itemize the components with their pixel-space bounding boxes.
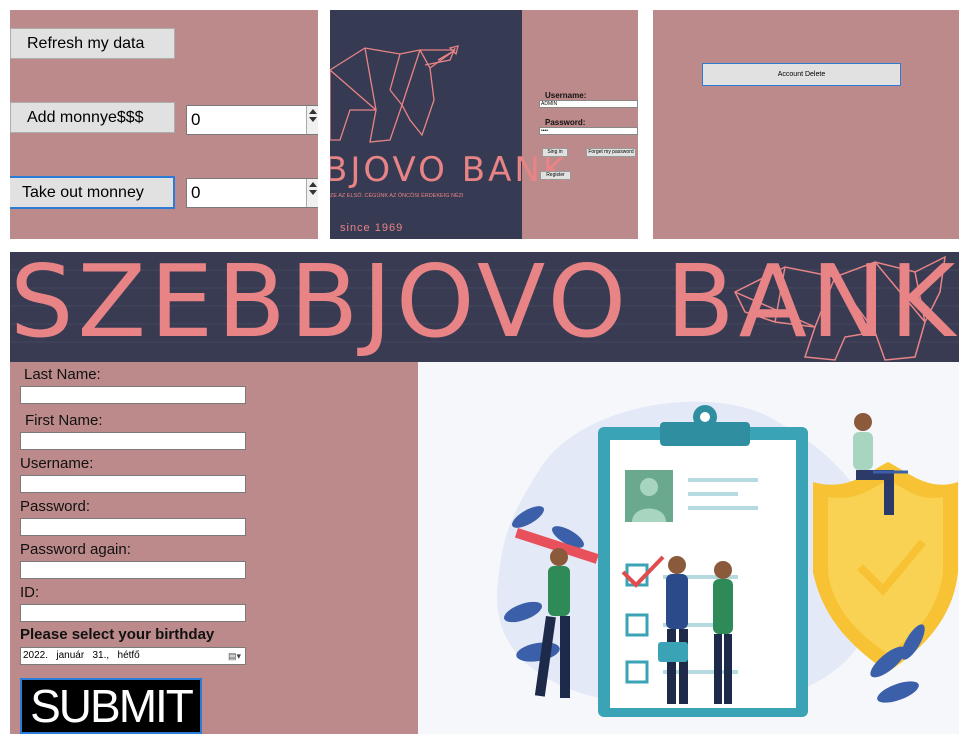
take-out-money-input[interactable]: 0 <box>186 178 318 208</box>
brand-slogan: ZE AZ ELSŐ. CÉGÜNK AZ ŐNCÖSI ÉRDEKEIG NÉ… <box>330 193 464 199</box>
brand-since: since 1969 <box>340 222 404 234</box>
username-input[interactable]: ADMIN <box>539 100 638 108</box>
add-money-spinner[interactable] <box>306 106 318 134</box>
username-label: Username: <box>20 455 94 472</box>
id-label: ID: <box>20 584 40 601</box>
password-again-label: Password again: <box>20 541 131 558</box>
balance-panel: Refresh my data Add monnye$$$ 0 Take out… <box>10 10 318 239</box>
login-panel: BJOVO BANK ZE AZ ELSŐ. CÉGÜNK AZ ŐNCÖSI … <box>330 10 638 239</box>
password-again-input[interactable] <box>20 561 246 579</box>
take-out-money-spinner[interactable] <box>306 179 318 207</box>
spin-down-icon[interactable] <box>308 117 317 122</box>
take-out-money-button[interactable]: Take out monney <box>10 176 175 209</box>
password-label: Password: <box>20 498 91 515</box>
add-money-button[interactable]: Add monnye$$$ <box>10 102 175 133</box>
register-button[interactable]: Register <box>540 171 571 180</box>
brand-name: BJOVO BANK <box>330 150 569 190</box>
clipboard-icon <box>497 401 958 717</box>
submit-button[interactable]: SUBMIT <box>20 678 202 734</box>
last-name-input[interactable] <box>20 386 246 404</box>
registration-form: Last Name: First Name: Username: Passwor… <box>10 362 418 734</box>
password-input[interactable] <box>20 518 246 536</box>
bull-logo-icon <box>330 45 459 143</box>
forgot-password-button[interactable]: Forget my password <box>586 148 636 157</box>
password-label: Password: <box>545 118 586 127</box>
password-input[interactable]: •••• <box>539 127 638 135</box>
birthday-value: 2022. január 31., hétfő <box>23 650 140 661</box>
security-illustration <box>418 362 959 734</box>
calendar-icon[interactable]: ▤▾ <box>228 651 241 662</box>
refresh-data-button[interactable]: Refresh my data <box>10 28 175 59</box>
id-input[interactable] <box>20 604 246 622</box>
register-banner: SZEBBJOVO BANK <box>10 252 959 362</box>
account-delete-button[interactable]: Account Delete <box>702 63 901 86</box>
account-delete-panel: Account Delete <box>653 10 959 239</box>
username-input[interactable] <box>20 475 246 493</box>
first-name-input[interactable] <box>20 432 246 450</box>
birthday-picker[interactable]: 2022. január 31., hétfő ▤▾ <box>20 647 246 665</box>
last-name-label: Last Name: <box>24 366 101 383</box>
spin-up-icon[interactable] <box>308 109 317 114</box>
login-brand-area: BJOVO BANK ZE AZ ELSŐ. CÉGÜNK AZ ŐNCÖSI … <box>330 10 565 239</box>
first-name-label: First Name: <box>25 412 103 429</box>
birthday-label: Please select your birthday <box>20 626 215 643</box>
spin-down-icon[interactable] <box>308 190 317 195</box>
username-label: Username: <box>545 91 587 100</box>
sign-in-button[interactable]: Sing in <box>542 148 568 157</box>
bull-logo-icon <box>733 255 946 361</box>
add-money-input[interactable]: 0 <box>186 105 318 135</box>
spin-up-icon[interactable] <box>308 182 317 187</box>
